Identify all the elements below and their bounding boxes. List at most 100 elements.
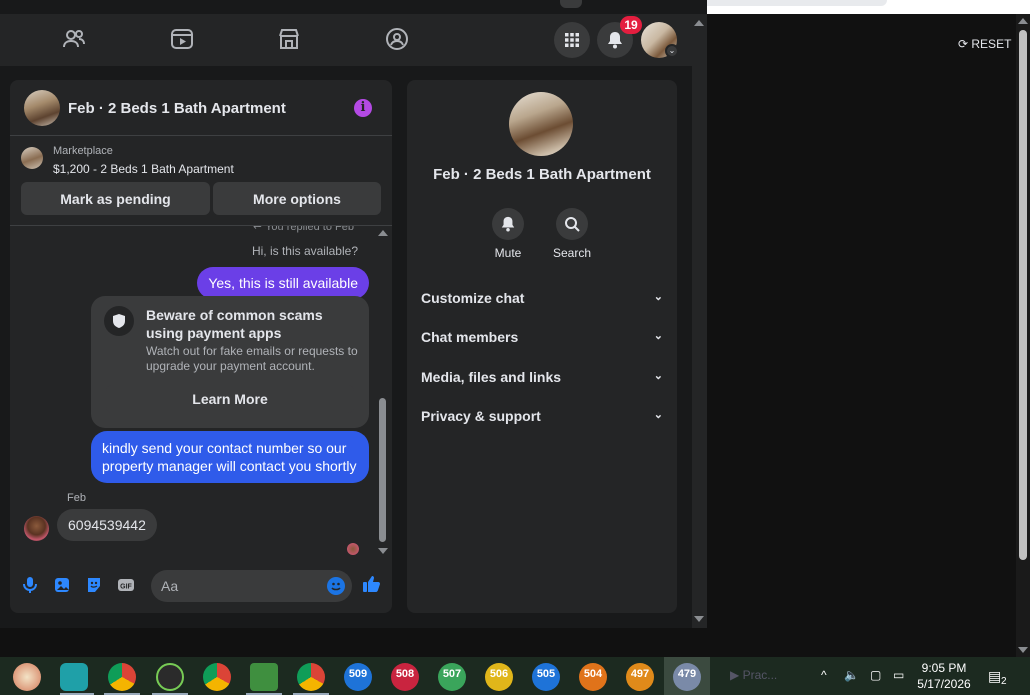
badge-count: 508 bbox=[395, 668, 415, 680]
message-bubble-outgoing[interactable]: kindly send your contact number so our p… bbox=[91, 431, 369, 483]
system-clock[interactable]: 9:05 PM 5/17/2026 bbox=[912, 660, 976, 692]
more-options-button[interactable]: More options bbox=[213, 182, 381, 215]
chrome-profile-icon[interactable] bbox=[297, 663, 325, 691]
message-input[interactable] bbox=[161, 570, 321, 602]
photo-icon[interactable] bbox=[53, 576, 71, 594]
chrome-icon[interactable] bbox=[108, 663, 136, 691]
listing-thumbnail bbox=[21, 147, 43, 169]
clock-time: 9:05 PM bbox=[921, 661, 967, 675]
quoted-message: Hi, is this available? bbox=[251, 244, 358, 258]
marketplace-listing[interactable]: Marketplace $1,200 - 2 Beds 1 Bath Apart… bbox=[10, 137, 392, 181]
marketplace-label: Marketplace bbox=[53, 145, 113, 157]
scroll-down-icon[interactable] bbox=[1018, 647, 1028, 653]
taskbar: 509 508 507 506 505 504 497 479 ▶ Prac..… bbox=[0, 657, 1030, 695]
emoji-icon[interactable] bbox=[327, 577, 345, 595]
spreadsheet-icon[interactable] bbox=[250, 663, 278, 691]
sender-name: Feb bbox=[67, 492, 86, 504]
info-icon[interactable]: i bbox=[354, 99, 372, 117]
section-customize-chat[interactable]: Customize chat ⌄ bbox=[421, 290, 663, 314]
network-icon[interactable]: ▭ bbox=[893, 668, 904, 682]
mute-button[interactable]: Mute bbox=[478, 208, 538, 260]
svg-text:GIF: GIF bbox=[120, 584, 132, 591]
scam-warning-body: Watch out for fake emails or requests to… bbox=[146, 344, 358, 373]
scroll-up-icon[interactable] bbox=[694, 20, 704, 26]
action-center-icon[interactable]: ▤ bbox=[988, 668, 1001, 685]
badge-count: 506 bbox=[489, 668, 509, 680]
message-input-box[interactable] bbox=[151, 570, 352, 602]
badge-count: 504 bbox=[583, 668, 603, 680]
faded-taskbar-item[interactable]: ▶ Prac... bbox=[730, 668, 777, 682]
sticker-icon[interactable] bbox=[85, 576, 103, 594]
seen-indicator bbox=[347, 543, 359, 555]
badge-count: 507 bbox=[442, 668, 462, 680]
learn-more-button[interactable]: Learn More bbox=[106, 385, 354, 413]
chevron-down-icon: ⌄ bbox=[653, 409, 663, 421]
refresh-icon: ⟳ bbox=[958, 37, 972, 51]
badge-count: 505 bbox=[536, 668, 556, 680]
thumbs-up-icon[interactable] bbox=[362, 574, 380, 592]
sender-avatar[interactable] bbox=[24, 516, 49, 541]
search-label: Search bbox=[552, 246, 592, 260]
badge-count: 497 bbox=[630, 668, 650, 680]
reply-note: ↩ You replied to Feb bbox=[253, 225, 354, 233]
bell-icon bbox=[608, 32, 622, 49]
meet-icon[interactable]: ▢ bbox=[870, 668, 881, 682]
section-label: Customize chat bbox=[421, 290, 525, 306]
menu-grid-button[interactable] bbox=[554, 22, 590, 58]
conversation-avatar[interactable] bbox=[509, 92, 573, 156]
reply-icon: ↩ bbox=[253, 225, 266, 233]
section-chat-members[interactable]: Chat members ⌄ bbox=[421, 329, 663, 353]
chat-panel: Feb · 2 Beds 1 Bath Apartment i Marketpl… bbox=[10, 80, 392, 613]
scam-warning-card: Beware of common scams using payment app… bbox=[91, 296, 369, 428]
section-privacy-support[interactable]: Privacy & support ⌄ bbox=[421, 408, 663, 432]
groups-icon[interactable] bbox=[384, 26, 410, 52]
volume-icon[interactable]: 🔈 bbox=[844, 668, 859, 682]
chat-header: Feb · 2 Beds 1 Bath Apartment i bbox=[10, 80, 392, 136]
bell-icon bbox=[492, 208, 524, 240]
chat-avatar[interactable] bbox=[24, 90, 60, 126]
paint-app-icon[interactable] bbox=[13, 663, 41, 691]
scroll-up-icon[interactable] bbox=[1018, 18, 1028, 24]
chevron-down-icon[interactable]: ⌄ bbox=[665, 44, 679, 58]
watch-icon[interactable] bbox=[169, 26, 195, 52]
section-label: Media, files and links bbox=[421, 369, 562, 385]
microphone-icon[interactable] bbox=[21, 576, 39, 594]
app-x-icon[interactable] bbox=[156, 663, 184, 691]
grid-icon bbox=[565, 33, 579, 47]
scroll-down-icon[interactable] bbox=[378, 548, 388, 554]
page-scrollbar[interactable] bbox=[692, 14, 707, 628]
friends-icon[interactable] bbox=[61, 26, 87, 52]
search-button[interactable]: Search bbox=[542, 208, 602, 260]
marketplace-icon[interactable] bbox=[276, 26, 302, 52]
chevron-up-icon[interactable]: ^ bbox=[821, 668, 827, 682]
side-scrollbar[interactable] bbox=[1016, 14, 1030, 657]
message-bubble-outgoing[interactable]: Yes, this is still available bbox=[197, 267, 369, 299]
section-media-files-links[interactable]: Media, files and links ⌄ bbox=[421, 369, 663, 393]
mute-label: Mute bbox=[494, 246, 522, 260]
mark-as-pending-button[interactable]: Mark as pending bbox=[21, 182, 210, 215]
section-label: Privacy & support bbox=[421, 408, 541, 424]
notification-badge: 19 bbox=[620, 16, 642, 34]
chevron-down-icon: ⌄ bbox=[653, 370, 663, 382]
chrome-icon[interactable] bbox=[203, 663, 231, 691]
browser-edge bbox=[0, 0, 707, 14]
search-icon bbox=[556, 208, 588, 240]
badge-count: 509 bbox=[348, 668, 368, 680]
reset-button[interactable]: ⟳ RESET bbox=[958, 37, 1011, 51]
listing-title: $1,200 - 2 Beds 1 Bath Apartment bbox=[53, 162, 234, 176]
section-label: Chat members bbox=[421, 329, 519, 345]
gif-icon[interactable]: GIF bbox=[117, 576, 135, 594]
chevron-down-icon: ⌄ bbox=[653, 291, 663, 303]
notification-count: 2 bbox=[1001, 676, 1007, 687]
conversation-info-panel: Feb · 2 Beds 1 Bath Apartment Mute Searc… bbox=[407, 80, 677, 613]
scroll-thumb[interactable] bbox=[1019, 30, 1027, 560]
scam-warning-title: Beware of common scams using payment app… bbox=[146, 307, 323, 341]
message-bubble-incoming[interactable]: 6094539442 bbox=[57, 509, 157, 541]
facebook-window: 19 ⌄ Feb · 2 Beds 1 Bath Apartment i Mar… bbox=[0, 0, 707, 628]
app-s-icon[interactable] bbox=[60, 663, 88, 691]
scroll-up-icon[interactable] bbox=[378, 230, 388, 236]
scroll-down-icon[interactable] bbox=[694, 616, 704, 622]
chat-title[interactable]: Feb · 2 Beds 1 Bath Apartment bbox=[68, 100, 286, 117]
message-scrollbar[interactable] bbox=[376, 226, 390, 557]
scroll-thumb[interactable] bbox=[379, 398, 386, 542]
